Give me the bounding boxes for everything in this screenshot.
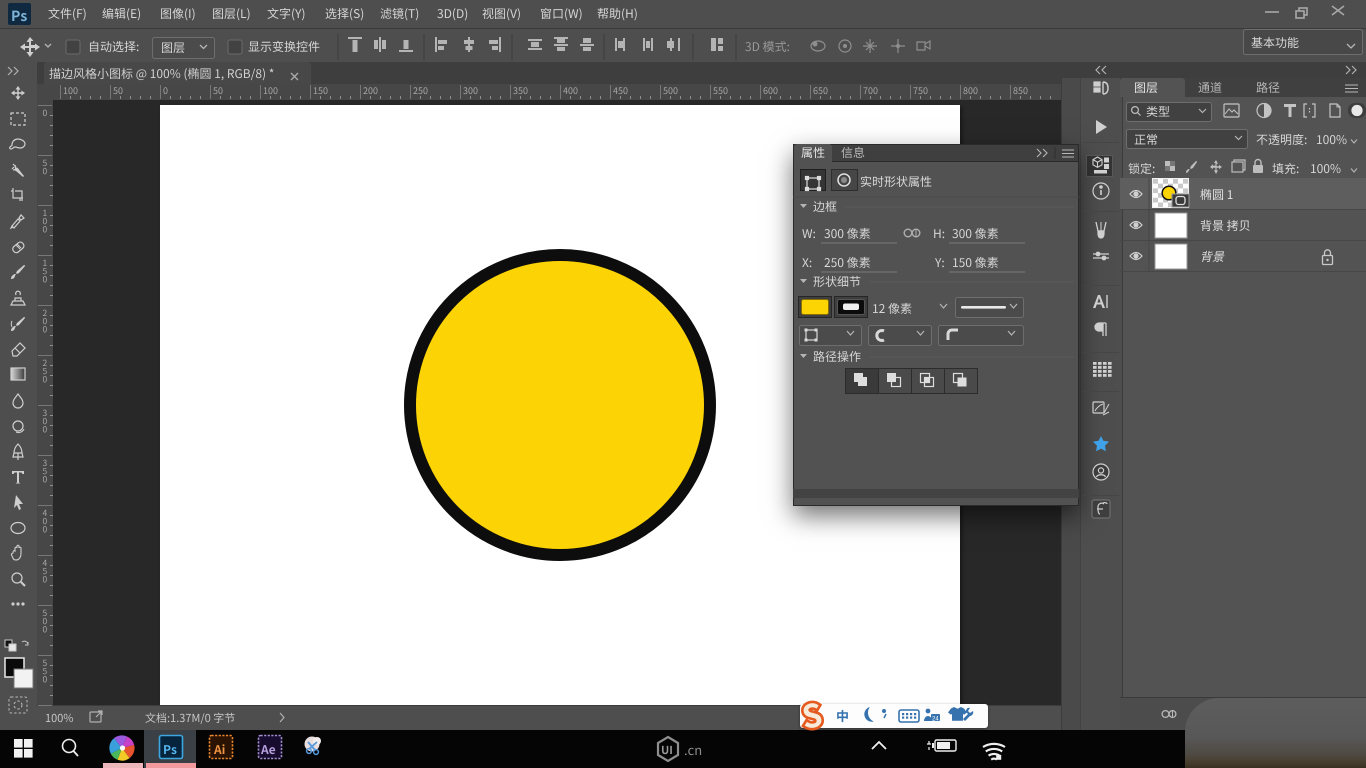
svg-text:24: 24	[932, 717, 939, 723]
